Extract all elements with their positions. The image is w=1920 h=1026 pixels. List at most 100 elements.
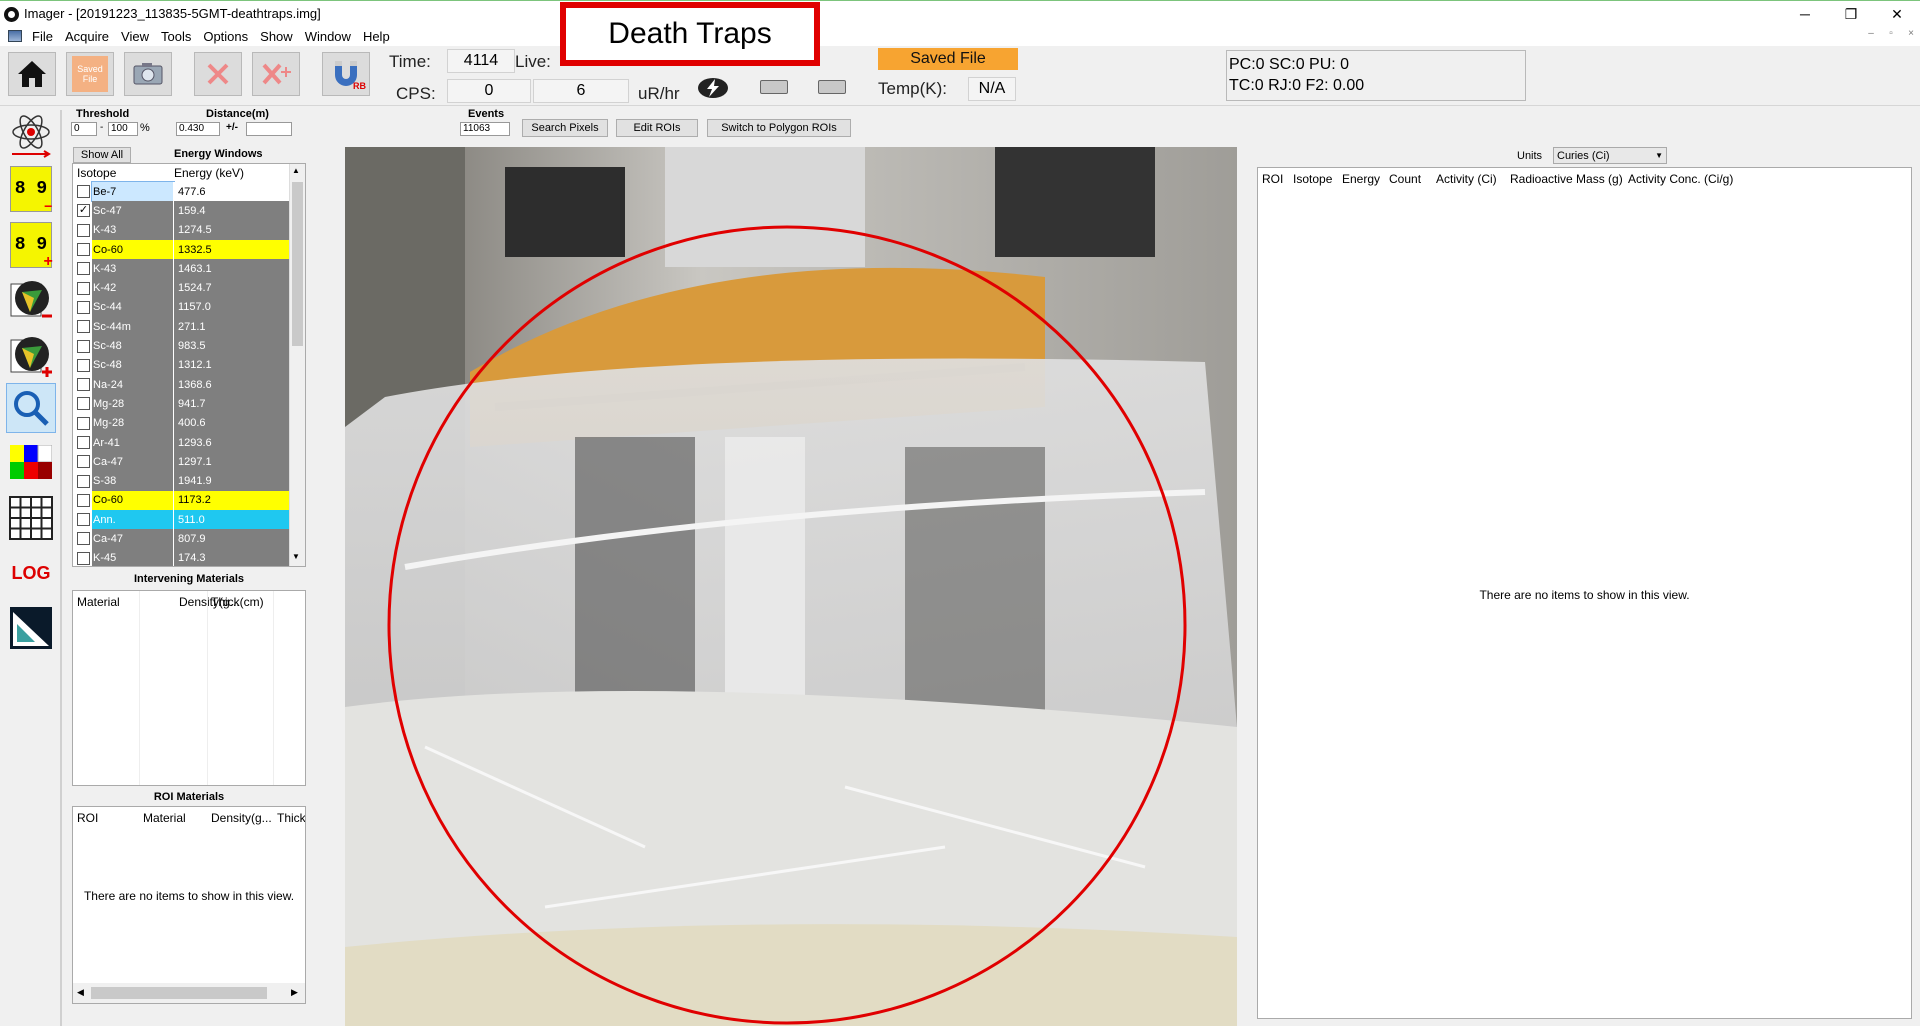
menu-acquire[interactable]: Acquire [59, 29, 115, 44]
color-palette-button[interactable] [6, 437, 56, 487]
count-column-header[interactable]: Count [1389, 172, 1436, 186]
energy-column-header[interactable]: Energy [1342, 172, 1389, 186]
isotope-checkbox[interactable] [77, 223, 90, 237]
export-button[interactable] [6, 603, 56, 653]
scroll-right-arrow[interactable]: ▶ [291, 987, 298, 998]
scroll-up-arrow[interactable]: ▲ [292, 166, 300, 175]
isotope-list-scrollbar[interactable]: ▲ ▼ [289, 164, 305, 566]
density-column-header[interactable]: Density(g... [211, 811, 272, 825]
isotope-list[interactable]: Isotope Energy (keV) Be-7 477.6 ✓ Sc-47 159.… [72, 163, 306, 567]
isotope-checkbox[interactable] [77, 513, 90, 527]
isotope-checkbox[interactable] [77, 436, 90, 449]
isotope-row[interactable]: K-43 1274.5 [73, 220, 305, 240]
close-button[interactable]: ✕ [1874, 1, 1920, 27]
switch-polygon-rois-button[interactable]: Switch to Polygon ROIs [707, 119, 851, 137]
isotope-row[interactable]: Sc-48 983.5 [73, 336, 305, 356]
isotope-checkbox[interactable] [77, 300, 90, 314]
menu-file[interactable]: File [26, 29, 59, 44]
isotope-row[interactable]: K-42 1524.7 [73, 278, 305, 298]
isotope-row[interactable]: Ca-47 1297.1 [73, 452, 305, 472]
isotope-row[interactable]: Co-60 1332.5 [73, 239, 305, 260]
scroll-thumb[interactable] [91, 987, 267, 999]
atom-button[interactable] [6, 110, 56, 160]
roi-column-header[interactable]: ROI [77, 811, 98, 825]
camera-image[interactable] [345, 147, 1237, 1026]
radioactive-mass-column-header[interactable]: Radioactive Mass (g) [1510, 172, 1628, 186]
roi-materials-table[interactable]: ROI Material Density(g... Thick There ar… [72, 806, 306, 1004]
menu-window[interactable]: Window [299, 29, 357, 44]
lightning-icon[interactable] [696, 76, 730, 100]
roi-minus-button[interactable] [6, 274, 56, 324]
menu-tools[interactable]: Tools [155, 29, 197, 44]
isotope-column-header[interactable]: Isotope [73, 166, 174, 180]
thickness-column-header[interactable]: Thick [277, 811, 305, 825]
restore-button[interactable]: ❐ [1828, 1, 1874, 27]
search-pixels-button[interactable]: Search Pixels [522, 119, 608, 137]
isotope-checkbox[interactable] [77, 185, 90, 199]
scroll-thumb[interactable] [292, 182, 303, 346]
mdi-restore-button[interactable]: ▫ [1880, 28, 1902, 39]
horizontal-scrollbar[interactable]: ◀ ▶ [73, 983, 305, 1003]
material-column-header[interactable]: Material [77, 595, 120, 609]
isotope-checkbox[interactable] [77, 493, 90, 507]
isotope-row[interactable]: K-43 1463.1 [73, 259, 305, 279]
magnet-rb-button[interactable]: RB [322, 52, 370, 96]
document-icon[interactable] [8, 30, 22, 42]
isotope-row[interactable]: Mg-28 941.7 [73, 394, 305, 414]
isotope-row[interactable]: Ca-47 807.9 [73, 529, 305, 549]
isotope-row[interactable]: Sc-44 1157.0 [73, 297, 305, 318]
distance-input[interactable]: 0.430 [176, 122, 220, 136]
isotope-checkbox[interactable] [77, 416, 90, 430]
ruler-minus-button[interactable]: 8 9 – [6, 164, 56, 215]
activity-column-header[interactable]: Activity (Ci) [1436, 172, 1510, 186]
isotope-row[interactable]: Na-24 1368.6 [73, 374, 305, 395]
grid-button[interactable] [6, 493, 56, 543]
isotope-row[interactable]: Sc-44m 271.1 [73, 317, 305, 337]
isotope-row[interactable]: Mg-28 400.6 [73, 413, 305, 433]
ruler-plus-button[interactable]: 8 9 + [6, 220, 56, 271]
mdi-minimize-button[interactable]: – [1860, 28, 1882, 39]
isotope-checkbox[interactable]: ✓ [77, 204, 90, 218]
isotope-checkbox[interactable] [77, 262, 90, 276]
distance-pm-input[interactable] [246, 122, 292, 136]
intervening-materials-table[interactable]: Material Density(g... Thick(cm) [72, 590, 306, 786]
isotope-checkbox[interactable] [77, 551, 90, 565]
edit-rois-button[interactable]: Edit ROIs [616, 119, 698, 137]
scroll-down-arrow[interactable]: ▼ [292, 552, 300, 561]
show-all-button[interactable]: Show All [73, 147, 131, 163]
isotope-row[interactable]: ✓ Sc-47 159.4 [73, 201, 305, 221]
delete-button[interactable] [194, 52, 242, 96]
isotope-checkbox[interactable] [77, 320, 90, 334]
camera-button[interactable] [124, 52, 172, 96]
menu-help[interactable]: Help [357, 29, 396, 44]
isotope-row[interactable]: Co-60 1173.2 [73, 490, 305, 511]
isotope-checkbox[interactable] [77, 397, 90, 411]
saved-file-button[interactable]: Saved File [66, 52, 114, 96]
isotope-row[interactable]: Ann. 511.0 [73, 510, 305, 530]
activity-conc-column-header[interactable]: Activity Conc. (Ci/g) [1628, 172, 1733, 186]
results-table[interactable]: ROI Isotope Energy Count Activity (Ci) R… [1257, 167, 1912, 1019]
energy-column-header[interactable]: Energy (keV) [174, 166, 244, 180]
isotope-checkbox[interactable] [77, 532, 90, 546]
isotope-checkbox[interactable] [77, 243, 90, 257]
home-button[interactable] [8, 52, 56, 96]
isotope-checkbox[interactable] [77, 455, 90, 469]
thickness-column-header[interactable]: Thick(cm) [211, 595, 264, 609]
isotope-row[interactable]: Ar-41 1293.6 [73, 432, 305, 453]
scroll-left-arrow[interactable]: ◀ [77, 987, 84, 998]
menu-show[interactable]: Show [254, 29, 299, 44]
isotope-checkbox[interactable] [77, 378, 90, 392]
mdi-close-button[interactable]: × [1900, 28, 1920, 39]
roi-plus-button[interactable] [6, 330, 56, 380]
units-select[interactable]: Curies (Ci) ▼ [1553, 147, 1667, 164]
isotope-checkbox[interactable] [77, 474, 90, 488]
isotope-row[interactable]: Be-7 477.6 [73, 180, 305, 203]
isotope-row[interactable]: Sc-48 1312.1 [73, 355, 305, 375]
threshold-min-input[interactable]: 0 [71, 122, 97, 136]
search-button[interactable] [6, 383, 56, 433]
isotope-row[interactable]: S-38 1941.9 [73, 471, 305, 491]
isotope-row[interactable]: K-45 174.3 [73, 548, 305, 566]
menu-view[interactable]: View [115, 29, 155, 44]
threshold-max-input[interactable]: 100 [108, 122, 138, 136]
isotope-checkbox[interactable] [77, 281, 90, 295]
